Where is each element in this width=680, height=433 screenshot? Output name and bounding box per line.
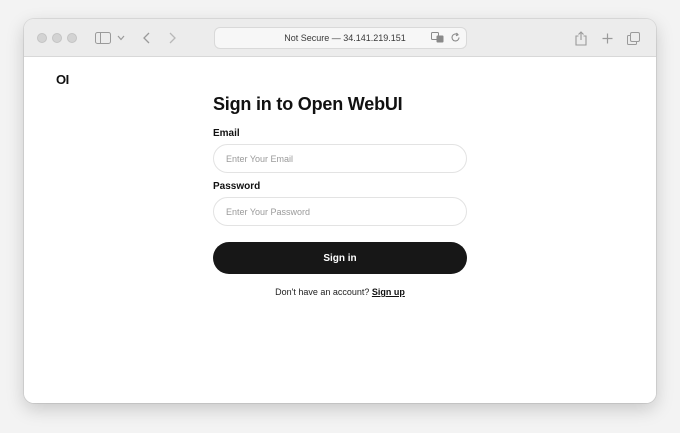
sidebar-icon[interactable] bbox=[94, 28, 112, 48]
plus-icon[interactable] bbox=[600, 28, 614, 48]
sign-in-button[interactable]: Sign in bbox=[213, 242, 467, 274]
close-window-button[interactable] bbox=[37, 33, 47, 43]
back-icon[interactable] bbox=[140, 28, 152, 48]
share-icon[interactable] bbox=[574, 28, 588, 48]
browser-window: Not Secure — 34.141.219.151 OI Sign in t… bbox=[24, 19, 656, 403]
sign-up-link[interactable]: Sign up bbox=[372, 287, 405, 297]
email-field[interactable] bbox=[213, 144, 467, 173]
chevron-down-icon[interactable] bbox=[116, 28, 126, 48]
page-title: Sign in to Open WebUI bbox=[213, 94, 403, 114]
email-label: Email bbox=[213, 128, 240, 139]
password-label: Password bbox=[213, 181, 261, 192]
page-content: OI Sign in to Open WebUI Email Password … bbox=[24, 57, 656, 403]
password-field[interactable] bbox=[213, 197, 467, 226]
signup-prompt: Don't have an account? Sign up bbox=[213, 287, 467, 297]
reload-icon[interactable] bbox=[450, 32, 461, 44]
translate-icon[interactable] bbox=[431, 32, 445, 44]
tabs-icon[interactable] bbox=[626, 28, 640, 48]
address-text: Not Secure — 34.141.219.151 bbox=[284, 33, 406, 43]
browser-toolbar: Not Secure — 34.141.219.151 bbox=[24, 19, 656, 57]
minimize-window-button[interactable] bbox=[52, 33, 62, 43]
forward-icon[interactable] bbox=[166, 28, 178, 48]
app-logo: OI bbox=[56, 72, 69, 87]
address-bar[interactable]: Not Secure — 34.141.219.151 bbox=[214, 27, 467, 49]
no-account-text: Don't have an account? bbox=[275, 287, 372, 297]
zoom-window-button[interactable] bbox=[67, 33, 77, 43]
